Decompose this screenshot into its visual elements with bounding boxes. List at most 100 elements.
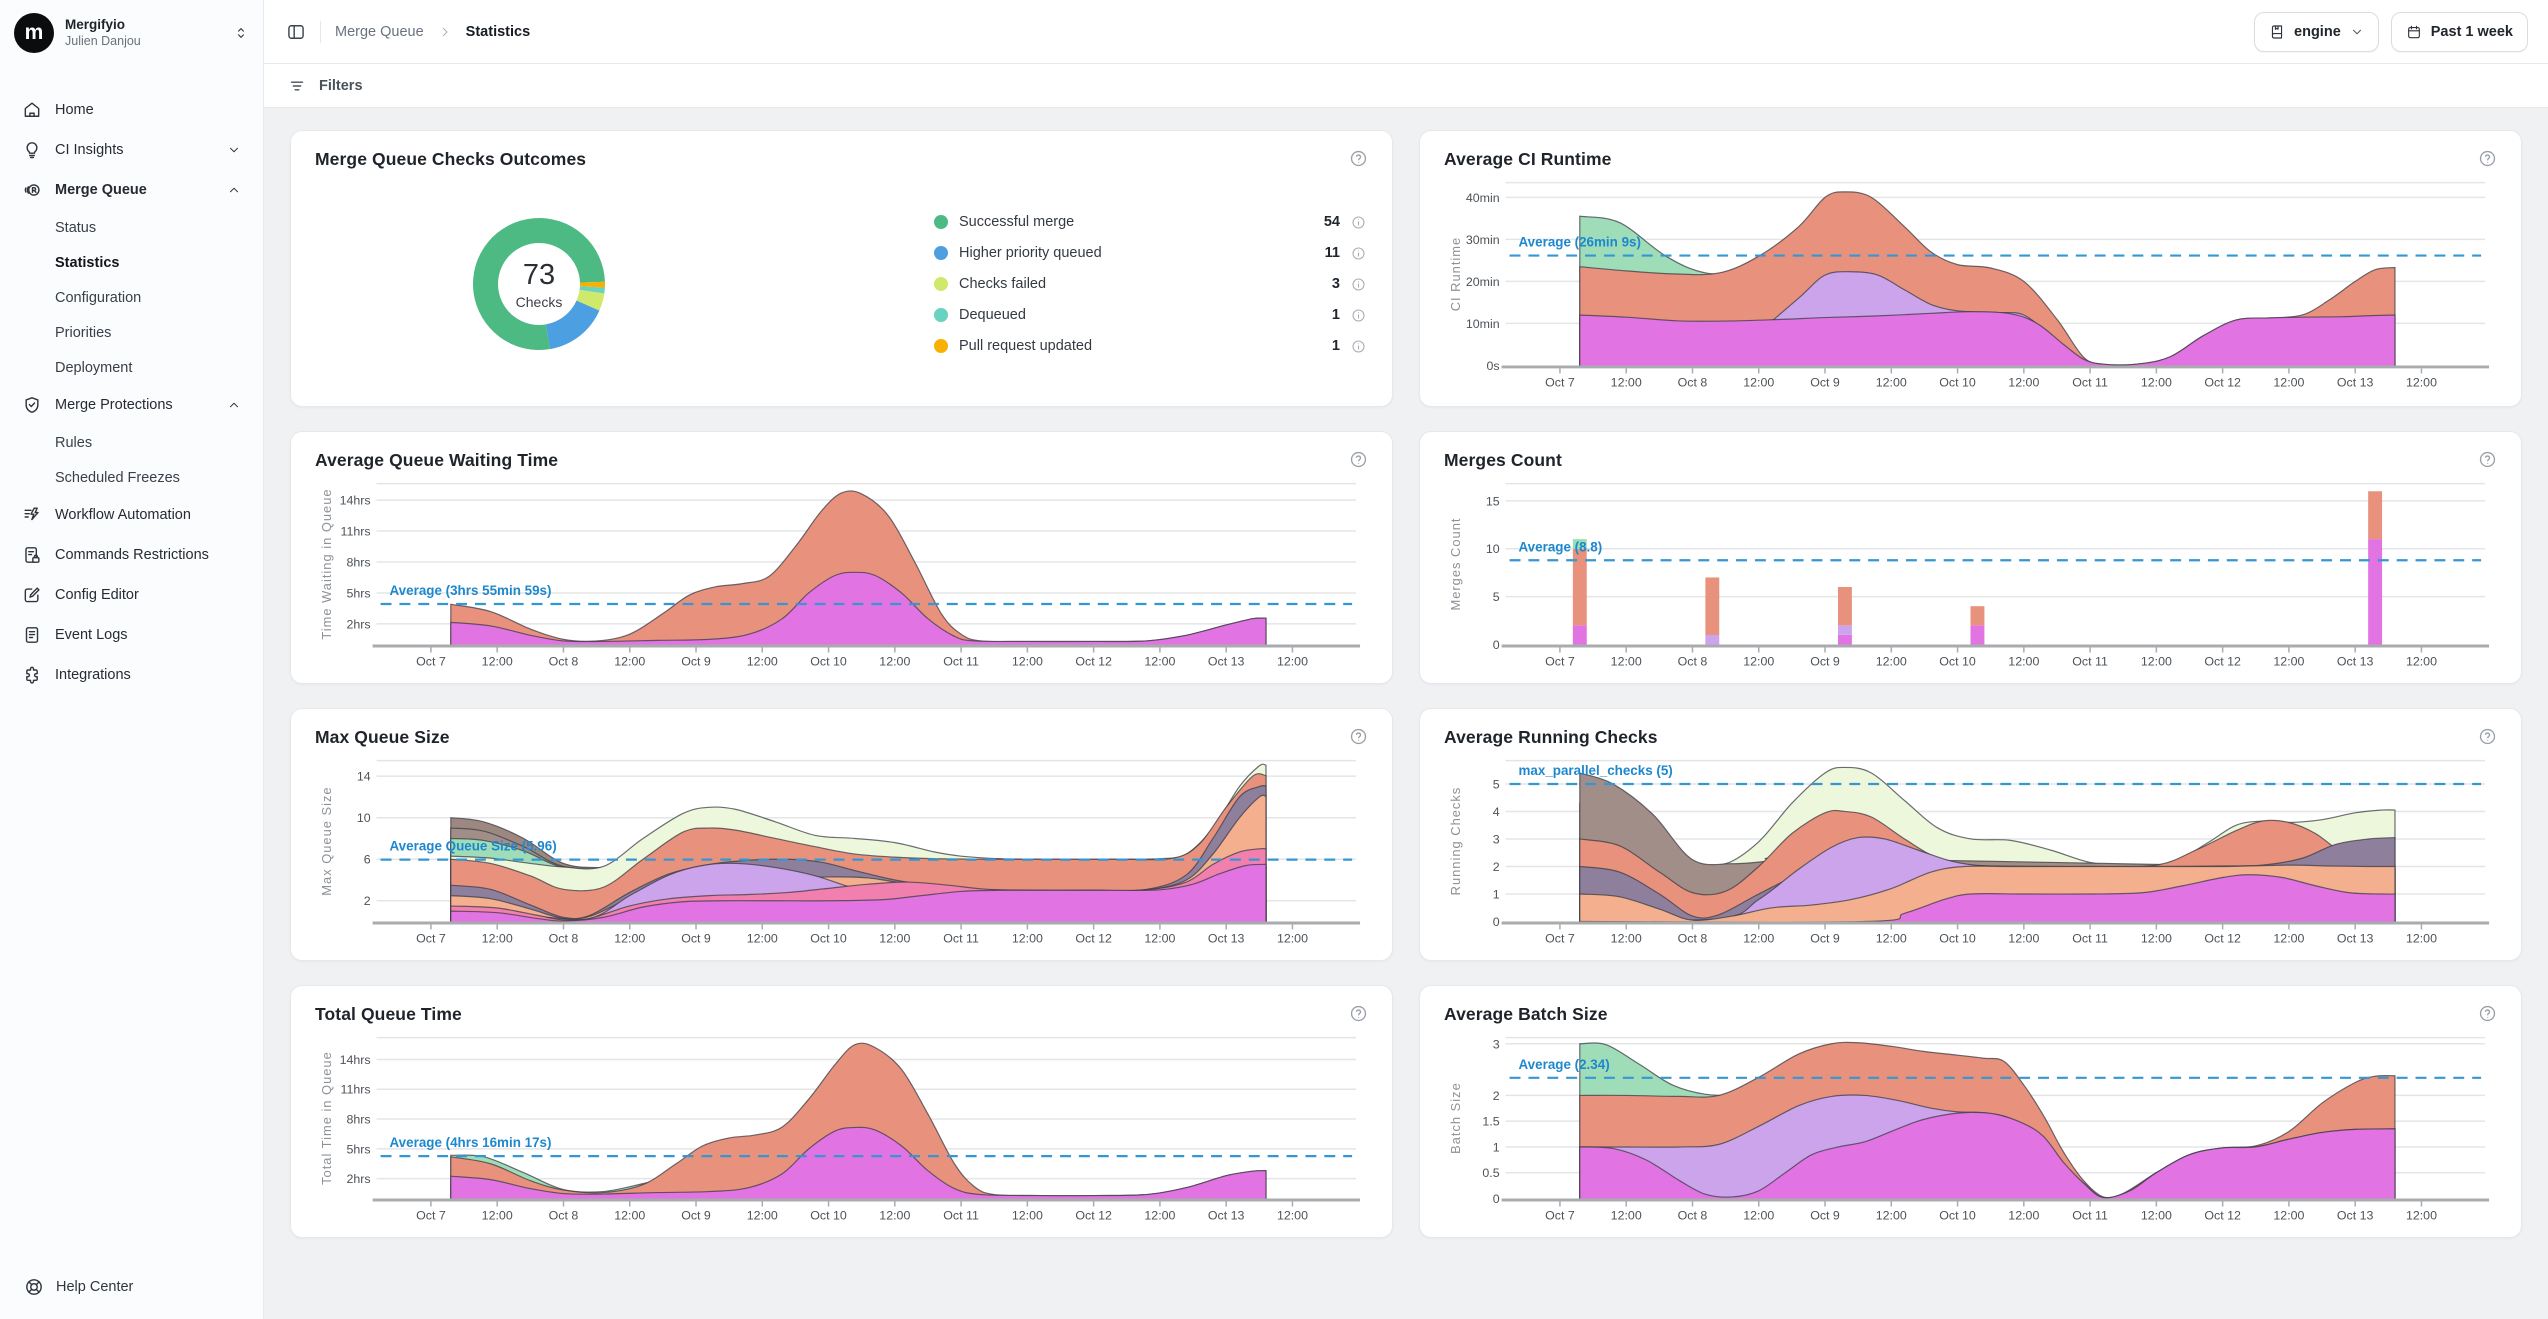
sidebar-item-config-editor[interactable]: Config Editor [12, 575, 251, 615]
sidebar-item-deployment[interactable]: Deployment [12, 350, 251, 385]
legend-item-successful-merge[interactable]: Successful merge 54 [934, 207, 1366, 238]
document-lines-icon [22, 625, 42, 645]
sidebar: m Mergifyio Julien Danjou Home CI Insigh… [0, 0, 264, 1319]
svg-text:40min: 40min [1466, 191, 1500, 205]
card-merges_count: Merges Count Oct 712:00Oct 812:00Oct 912… [1419, 431, 2522, 684]
org-switcher[interactable]: m Mergifyio Julien Danjou [0, 0, 263, 66]
svg-text:12:00: 12:00 [2141, 654, 2172, 668]
help-center-link[interactable]: Help Center [0, 1257, 263, 1319]
sidebar-item-ci-insights[interactable]: CI Insights [12, 130, 251, 170]
sidebar-item-commands-restrictions[interactable]: Commands Restrictions [12, 535, 251, 575]
legend-item-higher-priority-queued[interactable]: Higher priority queued 11 [934, 238, 1366, 269]
sidebar-item-configuration[interactable]: Configuration [12, 280, 251, 315]
dashboard-grid: Merge Queue Checks Outcomes 73 Checks Su… [264, 108, 2548, 1319]
svg-text:Oct 13: Oct 13 [1208, 1208, 1245, 1222]
chart-merges_count[interactable]: Oct 712:00Oct 812:00Oct 912:00Oct 1012:0… [1444, 471, 2497, 675]
svg-text:11hrs: 11hrs [341, 525, 371, 539]
svg-text:12:00: 12:00 [1012, 654, 1043, 668]
help-icon[interactable] [2478, 149, 2497, 168]
repository-select[interactable]: engine [2254, 12, 2379, 52]
svg-text:0s: 0s [1487, 359, 1500, 373]
org-switch-icon[interactable] [233, 25, 249, 41]
org-names: Mergifyio Julien Danjou [65, 17, 141, 50]
sidebar-item-rules[interactable]: Rules [12, 425, 251, 460]
svg-text:Oct 7: Oct 7 [416, 931, 446, 945]
help-icon[interactable] [2478, 727, 2497, 746]
chart-queue_waiting[interactable]: Oct 712:00Oct 812:00Oct 912:00Oct 1012:0… [315, 471, 1368, 675]
lightbulb-icon [22, 140, 42, 160]
filters-button[interactable]: Filters [319, 78, 363, 94]
help-icon[interactable] [1349, 450, 1368, 469]
outcomes-chart: 73 Checks Successful merge 54 Higher pri… [315, 170, 1368, 398]
svg-text:15: 15 [1486, 494, 1500, 508]
svg-text:Oct 7: Oct 7 [1545, 375, 1575, 389]
svg-text:12:00: 12:00 [2008, 375, 2039, 389]
sidebar-item-merge-queue[interactable]: Merge Queue [12, 170, 251, 210]
svg-text:Oct 9: Oct 9 [1810, 1208, 1840, 1222]
filters-bar: Filters [264, 64, 2548, 108]
svg-text:2: 2 [1493, 1089, 1500, 1103]
help-icon[interactable] [1349, 149, 1368, 168]
legend-item-pull-request-updated[interactable]: Pull request updated 1 [934, 331, 1366, 362]
sidebar-item-statistics[interactable]: Statistics [12, 245, 251, 280]
help-icon[interactable] [1349, 1004, 1368, 1023]
breadcrumb-parent[interactable]: Merge Queue [335, 24, 424, 40]
svg-text:12:00: 12:00 [2406, 375, 2437, 389]
svg-text:12:00: 12:00 [747, 931, 778, 945]
time-range-button[interactable]: Past 1 week [2391, 12, 2528, 52]
card-title: Average Queue Waiting Time [315, 450, 558, 471]
sidebar-item-priorities[interactable]: Priorities [12, 315, 251, 350]
chart-total_queue_time[interactable]: Oct 712:00Oct 812:00Oct 912:00Oct 1012:0… [315, 1025, 1368, 1229]
sidebar-item-scheduled-freezes[interactable]: Scheduled Freezes [12, 460, 251, 495]
svg-text:12:00: 12:00 [1012, 931, 1043, 945]
help-icon[interactable] [1349, 727, 1368, 746]
info-icon[interactable] [1351, 246, 1366, 261]
sidebar-item-home[interactable]: Home [12, 90, 251, 130]
svg-text:Oct 13: Oct 13 [1208, 654, 1245, 668]
legend-label: Pull request updated [959, 338, 1092, 354]
svg-text:3: 3 [1493, 832, 1500, 846]
outcomes-donut[interactable]: 73 Checks [463, 208, 615, 360]
legend-item-checks-failed[interactable]: Checks failed 3 [934, 269, 1366, 300]
svg-text:Oct 9: Oct 9 [681, 1208, 711, 1222]
svg-text:12:00: 12:00 [879, 654, 910, 668]
help-icon[interactable] [2478, 450, 2497, 469]
sidebar-item-label: Integrations [55, 667, 131, 683]
svg-text:Oct 13: Oct 13 [2337, 375, 2374, 389]
legend-label: Successful merge [959, 214, 1074, 230]
filter-lines-icon [287, 76, 307, 96]
info-icon[interactable] [1351, 215, 1366, 230]
svg-text:Oct 7: Oct 7 [416, 654, 446, 668]
help-icon[interactable] [2478, 1004, 2497, 1023]
svg-text:0: 0 [1493, 638, 1500, 652]
sidebar-toggle-icon[interactable] [286, 22, 306, 42]
sidebar-item-status[interactable]: Status [12, 210, 251, 245]
svg-text:12:00: 12:00 [1876, 654, 1907, 668]
info-icon[interactable] [1351, 308, 1366, 323]
info-icon[interactable] [1351, 277, 1366, 292]
svg-text:Oct 9: Oct 9 [1810, 931, 1840, 945]
sidebar-item-merge-protections[interactable]: Merge Protections [12, 385, 251, 425]
chart-running_checks[interactable]: Oct 712:00Oct 812:00Oct 912:00Oct 1012:0… [1444, 748, 2497, 952]
sidebar-nav: Home CI Insights Merge Queue StatusStati… [0, 66, 263, 1257]
legend-dot [934, 215, 948, 229]
legend-dot [934, 277, 948, 291]
sidebar-item-label: Config Editor [55, 587, 139, 603]
chart-batch_size[interactable]: Oct 712:00Oct 812:00Oct 912:00Oct 1012:0… [1444, 1025, 2497, 1229]
info-icon[interactable] [1351, 339, 1366, 354]
main-area: Merge Queue Statistics engine Past 1 wee… [264, 0, 2548, 1319]
home-icon [22, 100, 42, 120]
chart-ci_runtime[interactable]: Oct 712:00Oct 812:00Oct 912:00Oct 1012:0… [1444, 170, 2497, 396]
legend-item-dequeued[interactable]: Dequeued 1 [934, 300, 1366, 331]
svg-text:Oct 10: Oct 10 [810, 931, 847, 945]
sidebar-item-event-logs[interactable]: Event Logs [12, 615, 251, 655]
svg-text:Oct 7: Oct 7 [1545, 931, 1575, 945]
time-range-label: Past 1 week [2431, 24, 2513, 40]
repository-select-label: engine [2294, 24, 2341, 40]
sidebar-item-integrations[interactable]: Integrations [12, 655, 251, 695]
sidebar-item-workflow-automation[interactable]: Workflow Automation [12, 495, 251, 535]
chevron-down-icon [227, 143, 241, 157]
chart-max_queue_size[interactable]: Oct 712:00Oct 812:00Oct 912:00Oct 1012:0… [315, 748, 1368, 952]
svg-text:Oct 11: Oct 11 [943, 931, 979, 945]
breadcrumb-current: Statistics [466, 24, 530, 40]
